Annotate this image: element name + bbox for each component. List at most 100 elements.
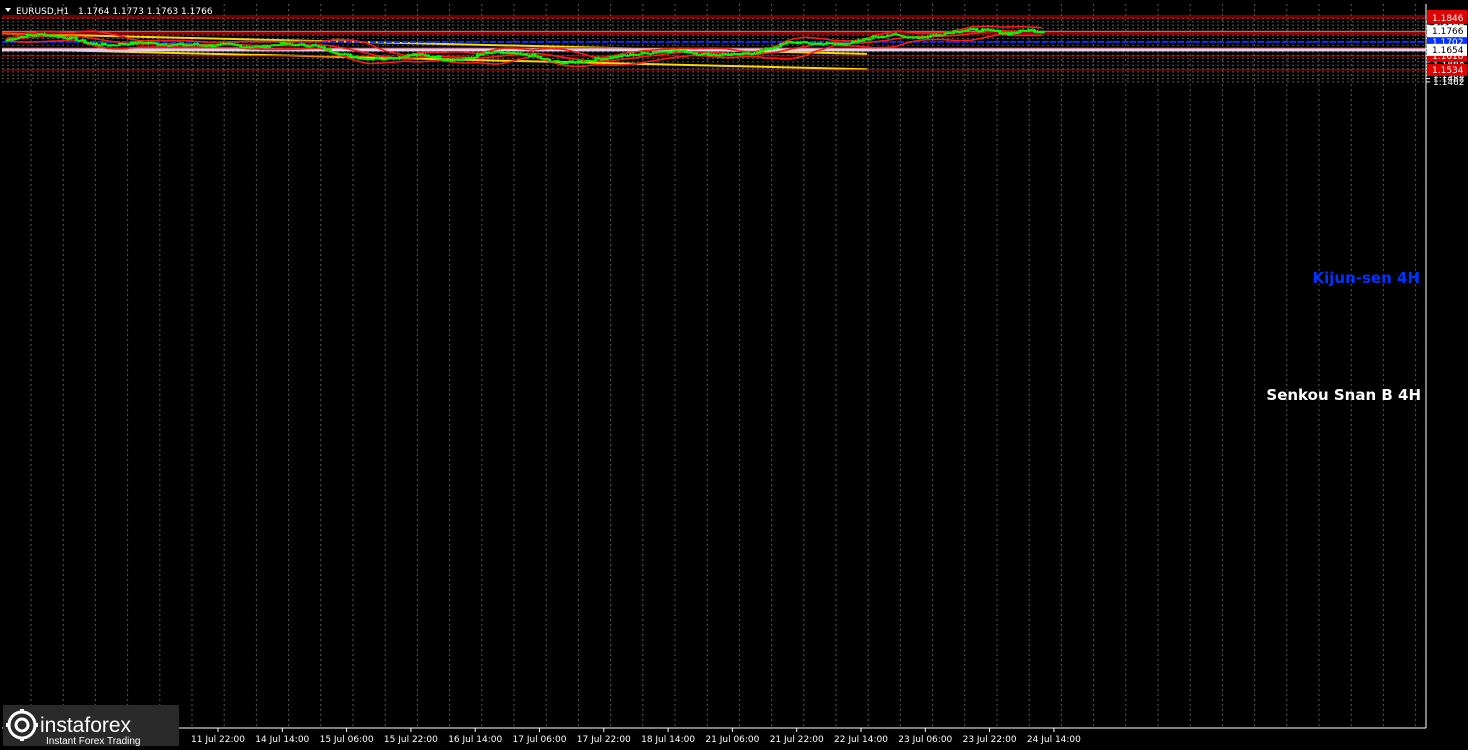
candle-body <box>331 51 335 54</box>
candle-body <box>787 41 791 44</box>
candle-body <box>637 53 641 56</box>
candle-body <box>920 36 924 39</box>
candle-body <box>51 34 55 37</box>
candle-body <box>285 42 289 45</box>
candle-body <box>998 30 1002 34</box>
candle-body <box>1012 32 1016 35</box>
time-tick-label: 11 Jul 22:00 <box>191 735 245 745</box>
candle-body <box>132 41 136 45</box>
candle-body <box>712 53 716 56</box>
candle-body <box>1001 32 1005 35</box>
candle-body <box>496 50 500 53</box>
candle-body <box>94 43 98 46</box>
chart-background <box>0 0 1468 750</box>
candle-body <box>582 61 586 64</box>
kijun-sen-label: Kijun-sen 4H <box>1313 269 1420 287</box>
candle-body <box>395 57 399 60</box>
time-tick-label: 17 Jul 22:00 <box>577 735 631 745</box>
candle-body <box>686 51 690 54</box>
candle-body <box>969 28 973 31</box>
candle-body <box>66 37 70 40</box>
candle-body <box>314 44 318 47</box>
candle-body <box>1006 32 1010 36</box>
candle-body <box>366 58 370 61</box>
candle-body <box>957 31 961 34</box>
level-tag: 1.1846 <box>1432 14 1464 24</box>
candle-body <box>473 56 477 59</box>
candle-body <box>908 36 912 39</box>
candle-body <box>103 42 107 46</box>
candle-body <box>755 52 759 55</box>
candle-body <box>106 44 110 47</box>
candle-body <box>750 53 754 56</box>
candle-body <box>172 43 176 46</box>
candle-body <box>481 53 485 56</box>
candle-body <box>178 43 182 46</box>
candle-body <box>738 53 742 56</box>
candle-body <box>516 52 520 55</box>
candle-body <box>126 43 130 46</box>
candle-body <box>966 29 970 32</box>
candle-body <box>767 47 771 50</box>
candle-body <box>842 43 846 46</box>
candle-body <box>383 58 387 61</box>
candle-body <box>57 35 61 38</box>
candle-body <box>444 59 448 62</box>
candle-body <box>706 52 710 57</box>
candle-body <box>643 51 647 54</box>
candle-body <box>351 55 355 58</box>
candle-body <box>611 56 615 59</box>
candle-body <box>372 58 376 61</box>
candle-body <box>291 43 295 46</box>
candle-body <box>74 36 78 41</box>
candle-body <box>677 50 681 53</box>
candle-body <box>115 44 119 47</box>
candle-body <box>158 44 162 47</box>
candle-body <box>343 53 347 56</box>
candle-body <box>242 46 246 49</box>
candle-body <box>299 43 303 46</box>
time-tick-label: 15 Jul 22:00 <box>384 735 438 745</box>
candle-body <box>888 34 892 37</box>
candle-body <box>533 53 537 57</box>
candle-body <box>683 49 687 53</box>
candle-body <box>579 60 583 63</box>
candle-body <box>559 60 563 64</box>
candle-body <box>423 54 427 57</box>
candle-body <box>727 54 731 57</box>
candle-body <box>320 46 324 49</box>
candle-body <box>389 56 393 60</box>
candle-body <box>802 41 806 44</box>
candle-body <box>770 47 774 50</box>
candle-body <box>634 54 638 57</box>
candle-body <box>680 49 684 52</box>
candle-body <box>363 57 367 61</box>
current-price-tag: 1.1766 <box>1432 27 1464 37</box>
candle-body <box>334 52 338 55</box>
candle-body <box>946 32 950 35</box>
candle-body <box>911 36 915 39</box>
candle-body <box>112 44 116 47</box>
candle-body <box>903 35 907 39</box>
candle-body <box>5 39 9 42</box>
candle-body <box>11 38 15 41</box>
candle-body <box>724 53 728 56</box>
candle-body <box>955 30 959 33</box>
candle-body <box>513 52 517 55</box>
candle-body <box>97 44 101 47</box>
candle-body <box>657 51 661 54</box>
time-tick-label: 21 Jul 06:00 <box>705 735 759 745</box>
candle-body <box>550 60 554 63</box>
chart-header[interactable]: EURUSD,H1 1.1764 1.1773 1.1763 1.1766 <box>5 7 213 17</box>
price-chart[interactable]: 1.18221.18021.17821.17421.17221.16821.16… <box>0 0 1468 750</box>
candle-body <box>675 49 679 52</box>
candle-body <box>753 52 757 55</box>
candle-body <box>447 59 451 62</box>
ohlc-values: 1.1764 1.1773 1.1763 1.1766 <box>78 7 213 17</box>
candle-body <box>83 39 87 44</box>
candle-body <box>89 42 93 45</box>
time-tick-label: 22 Jul 14:00 <box>834 735 888 745</box>
candle-body <box>34 34 38 37</box>
candle-body <box>19 35 23 38</box>
candle-body <box>1041 31 1045 34</box>
